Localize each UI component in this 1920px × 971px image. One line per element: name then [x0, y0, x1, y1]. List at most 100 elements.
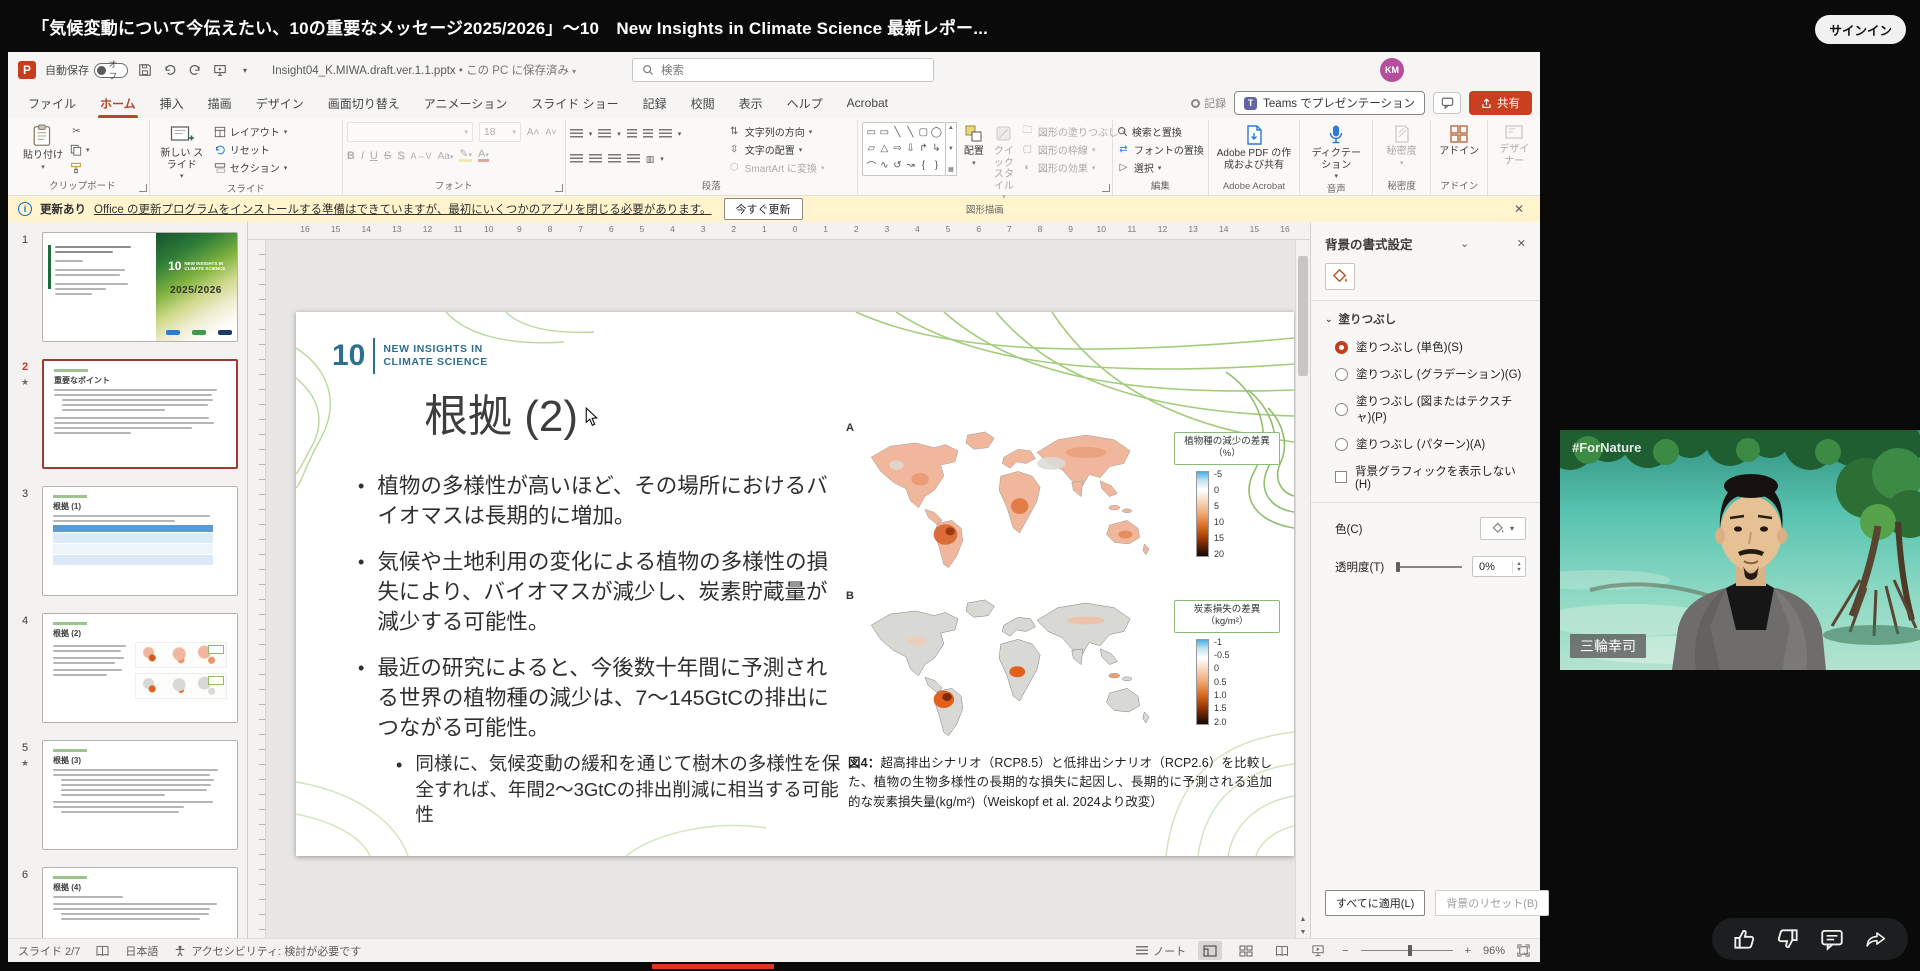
align-right-icon[interactable] — [607, 153, 621, 165]
horizontal-ruler[interactable]: 16 15 14 13 12 11 10 9 8 7 6 5 4 3 2 1 0 1 2 3 4 5 6 7 8 9 10 11 12 1… — [248, 222, 1310, 240]
signin-button[interactable]: サインイン — [1815, 15, 1906, 44]
slide-body-text[interactable]: • 植物の多様性が高いほど、その場所におけるバイオマスは長期的に増加。 • 気候や土… — [358, 472, 844, 845]
shape-icon[interactable]: ╲ — [904, 124, 917, 140]
radio-icon[interactable] — [1335, 367, 1348, 381]
underline-button[interactable]: U — [370, 150, 378, 162]
format-painter-button[interactable] — [70, 160, 90, 175]
shrink-font-icon[interactable]: A˅ — [545, 127, 556, 137]
dialog-launcher-icon[interactable] — [1101, 184, 1110, 192]
ribbon-tab[interactable]: 画面切り替え — [316, 88, 412, 118]
grow-font-icon[interactable]: A˄ — [527, 127, 540, 138]
ribbon-tab[interactable]: スライド ショー — [519, 88, 630, 118]
shape-icon[interactable]: ⇨ — [891, 141, 904, 157]
video-progress-bar[interactable] — [652, 964, 774, 969]
ribbon-tab[interactable]: 記録 — [631, 88, 679, 118]
transparency-spinner[interactable]: 0% ▲ ▼ — [1472, 556, 1526, 577]
share-arrow-icon[interactable] — [1863, 926, 1889, 952]
ribbon-tab[interactable]: 校閲 — [679, 88, 727, 118]
font-color-button[interactable]: A▾ — [478, 148, 489, 163]
share-button[interactable]: 共有 — [1469, 91, 1532, 115]
teams-present-button[interactable]: T Teams でプレゼンテーション — [1234, 91, 1425, 115]
panel-close-icon[interactable]: ✕ — [1505, 237, 1526, 250]
document-title[interactable]: Insight04_K.MIWA.draft.ver.1.1.pptx • この… — [272, 62, 576, 78]
spellcheck-icon[interactable] — [96, 945, 109, 957]
color-picker-button[interactable]: ▾ — [1480, 517, 1526, 540]
accessibility-status[interactable]: アクセシビリティ: 検討が必要です — [174, 943, 361, 959]
shape-fill-button[interactable]: 🗀 図形の塗りつぶし ▾ — [1021, 124, 1125, 139]
quick-access-chevron-icon[interactable]: ▾ — [237, 62, 253, 78]
ribbon-tab[interactable]: 表示 — [727, 88, 775, 118]
ribbon-tab[interactable]: 描画 — [196, 88, 244, 118]
select-button[interactable]: ▷ 選択 ▾ — [1117, 160, 1204, 175]
slide-title[interactable]: 根拠 (2) — [424, 380, 599, 444]
bullet-list-icon[interactable] — [569, 128, 583, 140]
previous-slide-icon[interactable]: ▲ — [1300, 916, 1307, 923]
slideshow-view-button[interactable] — [1306, 941, 1330, 960]
shape-icon[interactable]: ↳ — [930, 141, 943, 157]
language-indicator[interactable]: 日本語 — [125, 943, 158, 959]
fill-section-header[interactable]: ⌄ 塗りつぶし — [1325, 311, 1526, 327]
slideshow-icon[interactable] — [212, 62, 228, 78]
shape-icon[interactable]: ▢ — [917, 124, 930, 140]
user-avatar[interactable]: KM — [1380, 58, 1404, 82]
slide-counter[interactable]: スライド 2/7 — [18, 943, 80, 959]
shape-icon[interactable]: △ — [878, 141, 891, 157]
slide-thumbnail-1[interactable]: 10 NEW INSIGHTS IN CLIMATE SCIENCE 2025/2… — [42, 232, 238, 342]
quick-styles-button[interactable]: クイック スタイル ▾ — [991, 122, 1017, 204]
slide-sorter-view-button[interactable] — [1234, 941, 1258, 960]
hide-background-checkbox[interactable]: 背景グラフィックを表示しない(H) — [1335, 463, 1526, 491]
search-input[interactable]: 検索 — [632, 58, 934, 82]
justify-icon[interactable] — [626, 153, 640, 165]
shape-outline-button[interactable]: ▢ 図形の枠線 ▾ — [1021, 142, 1126, 157]
addins-button[interactable]: アドイン — [1436, 122, 1482, 160]
shape-icon[interactable]: ↱ — [917, 141, 930, 157]
ribbon-tab[interactable]: デザイン — [244, 88, 316, 118]
layout-button[interactable]: レイアウト ▾ — [214, 124, 287, 139]
italic-button[interactable]: I — [361, 150, 364, 162]
shape-effects-button[interactable]: ◐ 図形の効果 ▾ — [1021, 160, 1126, 175]
zoom-out-button[interactable]: − — [1342, 945, 1348, 957]
reading-view-button[interactable] — [1270, 941, 1294, 960]
line-spacing-icon[interactable] — [658, 128, 672, 140]
change-case-button[interactable]: Aa▾ — [438, 151, 454, 162]
font-name-select[interactable]: ▾ — [346, 122, 473, 142]
radio-icon[interactable] — [1335, 402, 1348, 416]
shape-gallery[interactable]: ▭ ▭ ╲ ╲ ▢ ◯ ▱ △ ⇨ ⇩ ↱ ↳ ⌒ ∿ ↺ ↝{} — [861, 122, 946, 176]
new-slide-button[interactable]: 新しい スライド ▾ — [154, 122, 210, 183]
thumbs-down-icon[interactable] — [1775, 926, 1801, 952]
designer-button[interactable]: デザイナー — [1492, 122, 1536, 169]
slide-canvas[interactable]: 10 NEW INSIGHTS IN CLIMATE SCIENCE 根拠 (2)… — [296, 312, 1294, 856]
replace-fonts-button[interactable]: ⇄ フォントの置換 — [1117, 142, 1204, 157]
fill-option-radio[interactable]: 塗りつぶし (単色)(S) — [1335, 339, 1526, 355]
convert-smartart-button[interactable]: ⬡ SmartArt に変換 ▾ — [728, 160, 825, 175]
shape-icon[interactable]: ↺ — [891, 158, 904, 174]
cut-button[interactable]: ✂ — [70, 124, 90, 139]
redo-icon[interactable] — [187, 62, 203, 78]
record-button[interactable]: 記録 — [1191, 95, 1226, 111]
ribbon-tab[interactable]: ホーム — [88, 88, 148, 118]
dialog-launcher-icon[interactable] — [554, 184, 563, 192]
columns-icon[interactable]: ▥ — [646, 154, 655, 165]
normal-view-button[interactable] — [1198, 941, 1223, 960]
slide-thumbnail-6[interactable]: 根拠 (4) — [42, 867, 238, 938]
slide-thumbnail-2-selected[interactable]: 重要なポイント — [42, 359, 238, 469]
scrollbar-thumb[interactable] — [1298, 256, 1308, 376]
zoom-knob[interactable] — [1408, 944, 1413, 956]
ribbon-tab[interactable]: アニメーション — [412, 88, 520, 118]
shape-icon[interactable]: ⌒ — [865, 158, 878, 174]
zoom-slider[interactable] — [1360, 944, 1453, 956]
numbered-list-icon[interactable] — [598, 128, 612, 140]
dialog-launcher-icon[interactable] — [138, 184, 147, 192]
fill-option-radio[interactable]: 塗りつぶし (図またはテクスチャ)(P) — [1335, 393, 1526, 425]
slide-thumbnail-3[interactable]: 根拠 (1) — [42, 486, 238, 596]
shape-icon[interactable]: ∿ — [878, 158, 891, 174]
save-icon[interactable] — [137, 62, 153, 78]
char-spacing-button[interactable]: A⇔V — [411, 151, 432, 161]
transparency-slider[interactable] — [1390, 560, 1466, 573]
shape-icon[interactable]: ◯ — [930, 124, 943, 140]
comments-button[interactable] — [1433, 92, 1461, 114]
radio-icon[interactable] — [1335, 340, 1348, 354]
reset-background-button[interactable]: 背景のリセット(B) — [1435, 890, 1549, 916]
font-size-select[interactable]: 18 ▾ — [478, 122, 521, 142]
decrease-indent-icon[interactable] — [626, 128, 637, 140]
